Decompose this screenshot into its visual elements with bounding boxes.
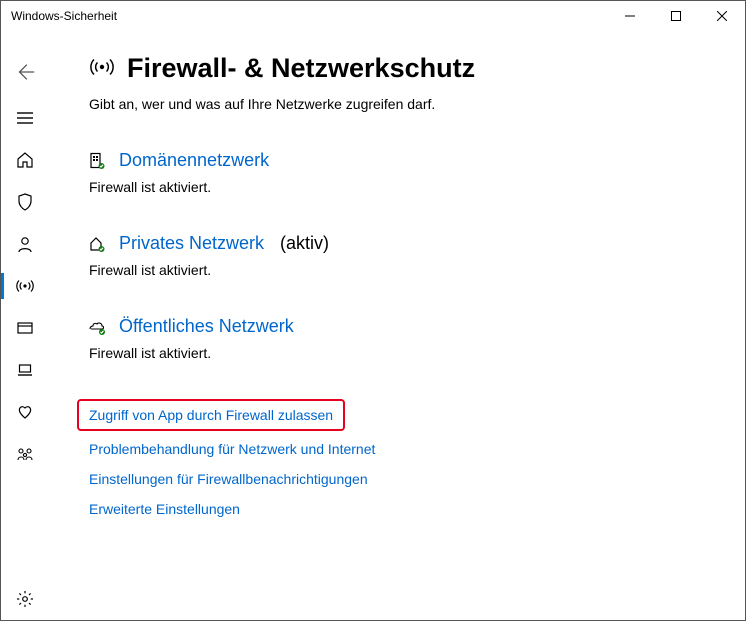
minimize-icon: [625, 11, 635, 21]
shield-icon: [16, 193, 34, 211]
private-network-active-label: (aktiv): [280, 233, 329, 254]
app-window-icon: [16, 319, 34, 337]
window-controls: [607, 1, 745, 31]
family-icon: [16, 445, 34, 463]
close-button[interactable]: [699, 1, 745, 31]
person-icon: [16, 235, 34, 253]
back-arrow-icon: [14, 61, 36, 83]
domain-network-link[interactable]: Domänennetzwerk: [119, 150, 269, 171]
private-network-link[interactable]: Privates Netzwerk: [119, 233, 264, 254]
domain-network-icon: [89, 152, 109, 170]
private-network-status: Firewall ist aktiviert.: [89, 262, 705, 278]
nav-firewall[interactable]: [1, 265, 49, 307]
public-network-link[interactable]: Öffentliches Netzwerk: [119, 316, 294, 337]
allow-app-through-firewall-link[interactable]: Zugriff von App durch Firewall zulassen: [89, 407, 333, 423]
nav-device-performance[interactable]: [1, 391, 49, 433]
page-title: Firewall- & Netzwerkschutz: [127, 53, 475, 84]
nav-device-security[interactable]: [1, 349, 49, 391]
network-troubleshoot-link[interactable]: Problembehandlung für Netzwerk und Inter…: [89, 441, 375, 457]
broadcast-icon: [16, 277, 34, 295]
window-title: Windows-Sicherheit: [11, 9, 117, 23]
back-button[interactable]: [1, 53, 49, 91]
maximize-button[interactable]: [653, 1, 699, 31]
firewall-title-icon: [89, 54, 115, 83]
page-header: Firewall- & Netzwerkschutz: [89, 53, 705, 84]
private-network-section: Privates Netzwerk (aktiv) Firewall ist a…: [89, 233, 705, 278]
domain-network-status: Firewall ist aktiviert.: [89, 179, 705, 195]
nav-home[interactable]: [1, 139, 49, 181]
gear-icon: [16, 590, 34, 608]
main-content: Firewall- & Netzwerkschutz Gibt an, wer …: [49, 31, 745, 620]
public-network-section: Öffentliches Netzwerk Firewall ist aktiv…: [89, 316, 705, 361]
nav-virus-protection[interactable]: [1, 181, 49, 223]
private-network-icon: [89, 235, 109, 253]
firewall-notification-settings-link[interactable]: Einstellungen für Firewallbenachrichtigu…: [89, 471, 368, 487]
heart-icon: [16, 403, 34, 421]
laptop-icon: [16, 361, 34, 379]
public-network-icon: [89, 318, 109, 336]
nav-menu-button[interactable]: [1, 97, 49, 139]
sidebar: [1, 31, 49, 620]
domain-network-section: Domänennetzwerk Firewall ist aktiviert.: [89, 150, 705, 195]
highlight-box: Zugriff von App durch Firewall zulassen: [77, 399, 345, 431]
page-description: Gibt an, wer und was auf Ihre Netzwerke …: [89, 96, 705, 112]
minimize-button[interactable]: [607, 1, 653, 31]
public-network-status: Firewall ist aktiviert.: [89, 345, 705, 361]
nav-account-protection[interactable]: [1, 223, 49, 265]
settings-links: Zugriff von App durch Firewall zulassen …: [89, 399, 705, 531]
titlebar: Windows-Sicherheit: [1, 1, 745, 31]
nav-app-browser-control[interactable]: [1, 307, 49, 349]
nav-settings[interactable]: [1, 578, 49, 620]
close-icon: [717, 11, 727, 21]
advanced-settings-link[interactable]: Erweiterte Einstellungen: [89, 501, 240, 517]
home-icon: [16, 151, 34, 169]
maximize-icon: [671, 11, 681, 21]
nav-family-options[interactable]: [1, 433, 49, 475]
hamburger-icon: [16, 109, 34, 127]
